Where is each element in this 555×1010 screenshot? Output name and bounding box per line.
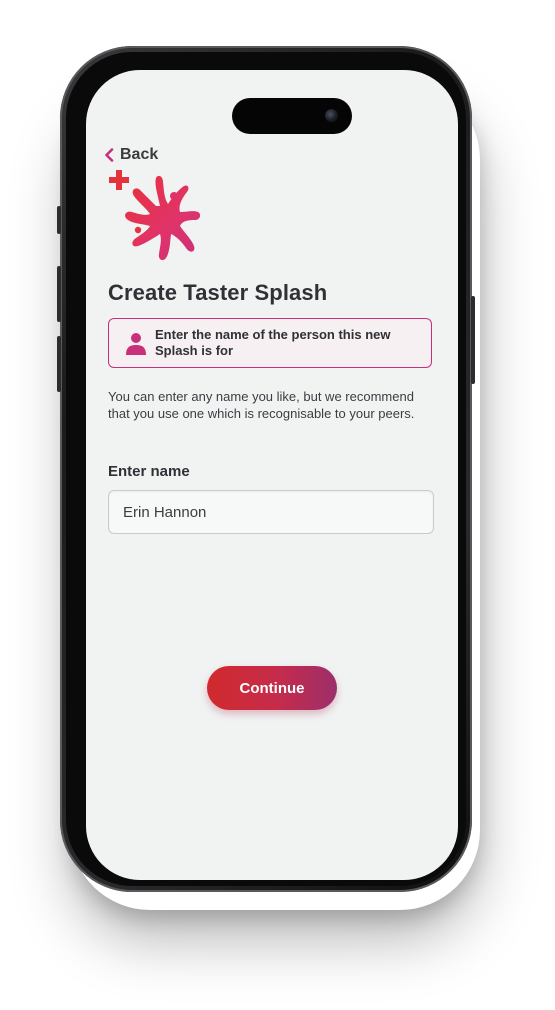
continue-button[interactable]: Continue xyxy=(207,666,337,710)
description-text: You can enter any name you like, but we … xyxy=(108,389,415,421)
splash-plus-logo xyxy=(109,170,201,261)
dynamic-island xyxy=(232,98,352,134)
name-field-label: Enter name xyxy=(108,463,190,480)
app-screen: Back Create Taster Splash Enter the name… xyxy=(86,70,458,880)
back-button[interactable]: Back xyxy=(104,146,158,164)
stage: Back Create Taster Splash Enter the name… xyxy=(0,0,555,1010)
camera-icon xyxy=(325,109,338,122)
back-label: Back xyxy=(120,146,159,163)
page-title: Create Taster Splash xyxy=(108,280,328,305)
side-button-volume-up xyxy=(57,266,61,322)
person-icon xyxy=(126,333,146,355)
info-callout-text: Enter the name of the person this new Sp… xyxy=(155,327,391,358)
side-button-power xyxy=(471,296,475,384)
side-button-silent xyxy=(57,206,61,234)
name-input[interactable] xyxy=(108,490,434,534)
phone-bezel: Back Create Taster Splash Enter the name… xyxy=(66,52,466,886)
side-button-volume-down xyxy=(57,336,61,392)
info-callout: Enter the name of the person this new Sp… xyxy=(108,318,432,368)
phone-frame: Back Create Taster Splash Enter the name… xyxy=(57,46,475,892)
chevron-left-icon xyxy=(105,148,114,162)
